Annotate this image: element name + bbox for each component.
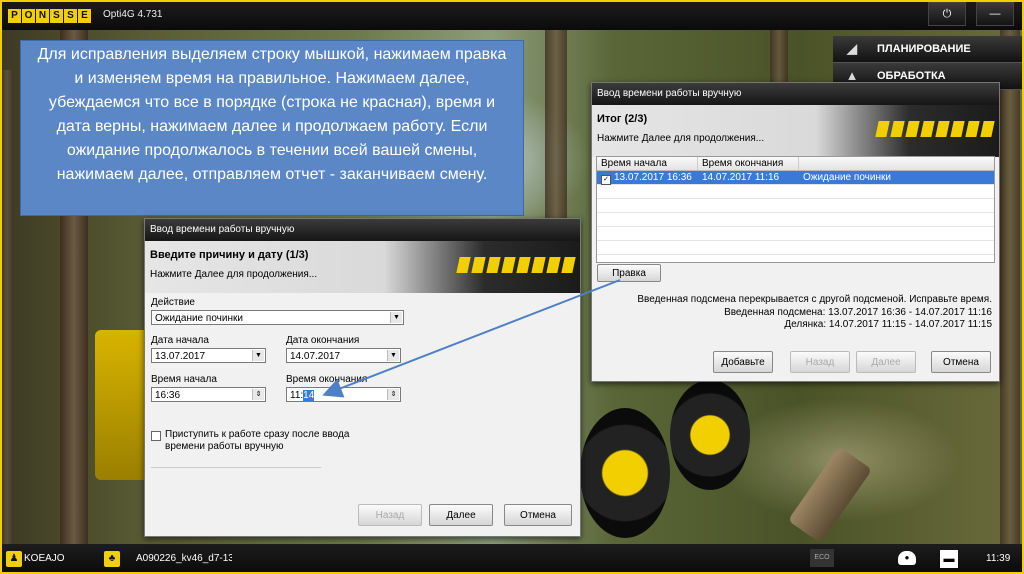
annotation-arrow [322, 279, 621, 398]
